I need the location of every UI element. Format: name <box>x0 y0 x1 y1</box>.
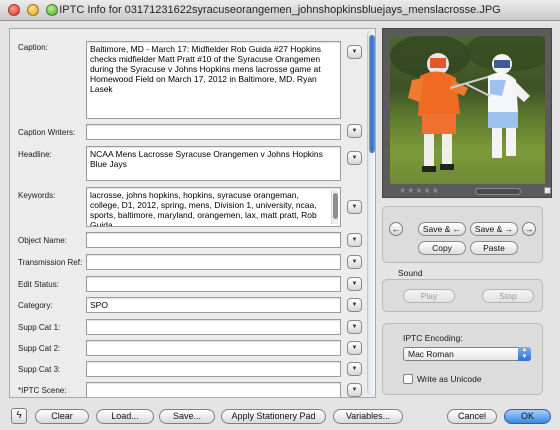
save-button[interactable]: Save... <box>159 409 215 424</box>
load-button[interactable]: Load... <box>96 409 154 424</box>
caption-field[interactable]: Baltimore, MD - March 17: Midfielder Rob… <box>86 41 341 119</box>
paste-button[interactable]: Paste <box>470 241 518 255</box>
supp-cat-2-label: Supp Cat 2: <box>18 344 61 353</box>
caption-menu-button[interactable]: ▼ <box>347 45 362 59</box>
headline-field[interactable]: NCAA Mens Lacrosse Syracuse Orangemen v … <box>86 146 341 181</box>
chevron-down-icon: ▼ <box>351 128 358 134</box>
save-and-next-button[interactable]: Save & → <box>470 222 518 236</box>
supp-cat-1-menu-button[interactable]: ▼ <box>347 320 362 334</box>
supp-cat-3-menu-button[interactable]: ▼ <box>347 362 362 376</box>
copy-button[interactable]: Copy <box>418 241 466 255</box>
iptc-encoding-label: IPTC Encoding: <box>403 333 463 343</box>
supp-cat-3-field[interactable] <box>86 361 341 377</box>
cancel-button[interactable]: Cancel <box>447 409 497 424</box>
category-field[interactable]: SPO <box>86 297 341 313</box>
iptc-encoding-select[interactable]: Mac Roman ▲ ▼ <box>403 347 531 361</box>
edit-status-label: Edit Status: <box>18 280 59 289</box>
headline-text: NCAA Mens Lacrosse Syracuse Orangemen v … <box>90 149 323 169</box>
category-label: Category: <box>18 301 53 310</box>
category-menu-button[interactable]: ▼ <box>347 298 362 312</box>
supp-cat-1-label: Supp Cat 1: <box>18 323 61 332</box>
arrow-right-circle-icon: → <box>524 224 534 234</box>
chevron-down-icon: ▼ <box>351 49 358 55</box>
keywords-menu-button[interactable]: ▼ <box>347 200 362 214</box>
rating-stars[interactable]: ★★★★★ <box>399 186 440 195</box>
apply-stationery-pad-button[interactable]: Apply Stationery Pad <box>221 409 326 424</box>
keywords-scroll-thumb[interactable] <box>333 193 338 219</box>
stop-button[interactable]: Stop <box>482 289 534 303</box>
iptc-fields-panel: Caption: Baltimore, MD - March 17: Midfi… <box>9 28 376 398</box>
chevron-down-icon: ▼ <box>351 366 358 372</box>
chevron-down-icon: ▼ <box>351 345 358 351</box>
edit-status-field[interactable] <box>86 276 341 292</box>
next-button[interactable]: → <box>522 222 536 236</box>
iptc-scene-field[interactable] <box>86 382 341 397</box>
object-name-label: Object Name: <box>18 236 67 245</box>
object-name-menu-button[interactable]: ▼ <box>347 233 362 247</box>
caption-label: Caption: <box>18 43 48 52</box>
keywords-field[interactable]: lacrosse, johns hopkins, hopkins, syracu… <box>86 187 341 227</box>
iptc-scene-menu-button[interactable]: ▼ <box>347 383 362 397</box>
transmission-ref-label: Transmission Ref: <box>18 258 83 267</box>
transmission-ref-field[interactable] <box>86 254 341 270</box>
lightning-bolt-icon: ϟ <box>16 410 22 421</box>
chevron-down-icon: ▼ <box>351 259 358 265</box>
bottom-toolbar: ϟ Clear Load... Save... Apply Stationery… <box>0 400 560 430</box>
play-button[interactable]: Play <box>403 289 455 303</box>
keywords-text: lacrosse, johns hopkins, hopkins, syracu… <box>90 190 317 227</box>
fields-scrollbar[interactable] <box>367 31 375 395</box>
edit-status-menu-button[interactable]: ▼ <box>347 277 362 291</box>
caption-text: Baltimore, MD - March 17: Midfielder Rob… <box>90 44 322 94</box>
action-button[interactable]: ϟ <box>11 408 27 424</box>
ok-button[interactable]: OK <box>504 409 551 424</box>
category-text: SPO <box>90 300 108 310</box>
photo-thumbnail <box>390 36 545 184</box>
caption-writers-label: Caption Writers: <box>18 128 76 137</box>
caption-writers-menu-button[interactable]: ▼ <box>347 124 362 138</box>
title-bar: IPTC Info for 03171231622syracuseorangem… <box>0 0 560 21</box>
chevron-down-icon: ▼ <box>351 302 358 308</box>
iptc-encoding-value: Mac Roman <box>408 349 454 359</box>
updown-chevron-icon: ▲ ▼ <box>518 347 531 361</box>
fields-scroll-thumb[interactable] <box>369 35 375 153</box>
previous-button[interactable]: ← <box>389 222 403 236</box>
lacrosse-photo-illustration <box>390 36 545 172</box>
supp-cat-1-field[interactable] <box>86 319 341 335</box>
transmission-ref-menu-button[interactable]: ▼ <box>347 255 362 269</box>
window-title: IPTC Info for 03171231622syracuseorangem… <box>59 4 501 16</box>
chevron-down-icon: ▼ <box>351 281 358 287</box>
write-as-unicode-label: Write as Unicode <box>417 374 482 384</box>
supp-cat-3-label: Supp Cat 3: <box>18 365 61 374</box>
write-as-unicode-checkbox[interactable] <box>403 374 413 384</box>
chevron-down-icon: ▼ <box>351 387 358 393</box>
image-preview: ★★★★★ <box>382 28 552 198</box>
arrow-left-circle-icon: ← <box>391 224 401 234</box>
supp-cat-2-menu-button[interactable]: ▼ <box>347 341 362 355</box>
headline-menu-button[interactable]: ▼ <box>347 151 362 165</box>
chevron-down-icon: ▼ <box>351 324 358 330</box>
keywords-scrollbar[interactable] <box>331 190 338 224</box>
chevron-down-icon: ▼ <box>351 155 358 161</box>
supp-cat-2-field[interactable] <box>86 340 341 356</box>
preview-toggle[interactable] <box>544 187 551 194</box>
preview-slider[interactable] <box>475 188 521 195</box>
chevron-down-icon: ▼ <box>351 204 358 210</box>
iptc-info-window: IPTC Info for 03171231622syracuseorangem… <box>0 0 560 430</box>
clear-button[interactable]: Clear <box>35 409 89 424</box>
sound-label: Sound <box>398 268 423 278</box>
caption-writers-field[interactable] <box>86 124 341 140</box>
save-and-previous-button[interactable]: Save & ← <box>418 222 466 236</box>
iptc-scene-label: *IPTC Scene: <box>18 386 67 395</box>
variables-button[interactable]: Variables... <box>333 409 403 424</box>
headline-label: Headline: <box>18 150 52 159</box>
chevron-down-icon: ▼ <box>351 237 358 243</box>
object-name-field[interactable] <box>86 232 341 248</box>
keywords-label: Keywords: <box>18 191 56 200</box>
